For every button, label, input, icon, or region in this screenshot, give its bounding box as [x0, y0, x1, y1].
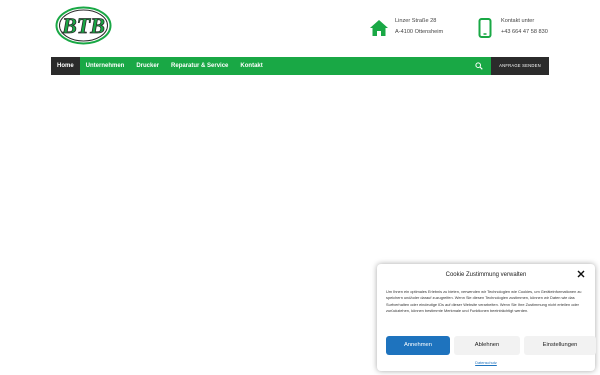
nav-item-drucker[interactable]: Drucker [130, 57, 165, 75]
nav-item-kontakt[interactable]: Kontakt [234, 57, 268, 75]
address-block: Linzer Straße 28 A-4100 Ottensheim [368, 17, 443, 39]
accept-button[interactable]: Annehmen [386, 336, 450, 355]
settings-button[interactable]: Einstellungen [524, 336, 596, 355]
close-icon[interactable] [577, 270, 585, 278]
phone-number[interactable]: +43 664 47 58 830 [501, 27, 548, 38]
phone-line-1: Kontakt unter [501, 18, 535, 24]
main-navigation: Home Unternehmen Drucker Reparatur & Ser… [51, 57, 549, 75]
home-icon [370, 20, 388, 36]
privacy-link[interactable]: Datenschutz [377, 360, 595, 365]
cookie-buttons: Annehmen Ablehnen Einstellungen [386, 336, 596, 355]
deny-button[interactable]: Ablehnen [454, 336, 520, 355]
cookie-consent-dialog: Cookie Zustimmung verwalten Um Ihnen ein… [377, 264, 596, 371]
nav-item-home[interactable]: Home [51, 57, 80, 75]
cookie-title: Cookie Zustimmung verwalten [445, 272, 527, 278]
nav-item-reparatur-service[interactable]: Reparatur & Service [165, 57, 234, 75]
address-line-1: Linzer Straße 28 [395, 18, 437, 24]
cookie-text: Um Ihnen ein optimales Erlebnis zu biete… [386, 289, 582, 314]
nav-item-unternehmen[interactable]: Unternehmen [80, 57, 131, 75]
btb-logo[interactable]: BTB [55, 6, 112, 45]
request-button[interactable]: ANFRAGE SENDEN [491, 57, 549, 75]
phone-icon [478, 18, 492, 38]
site-header: BTB Linzer Straße 28 A-4100 Ottensheim K… [0, 0, 600, 57]
address-line-2: A-4100 Ottensheim [395, 29, 444, 35]
phone-block: Kontakt unter +43 664 47 58 830 [474, 17, 548, 39]
search-icon[interactable] [475, 62, 483, 70]
svg-text:BTB: BTB [61, 13, 105, 38]
